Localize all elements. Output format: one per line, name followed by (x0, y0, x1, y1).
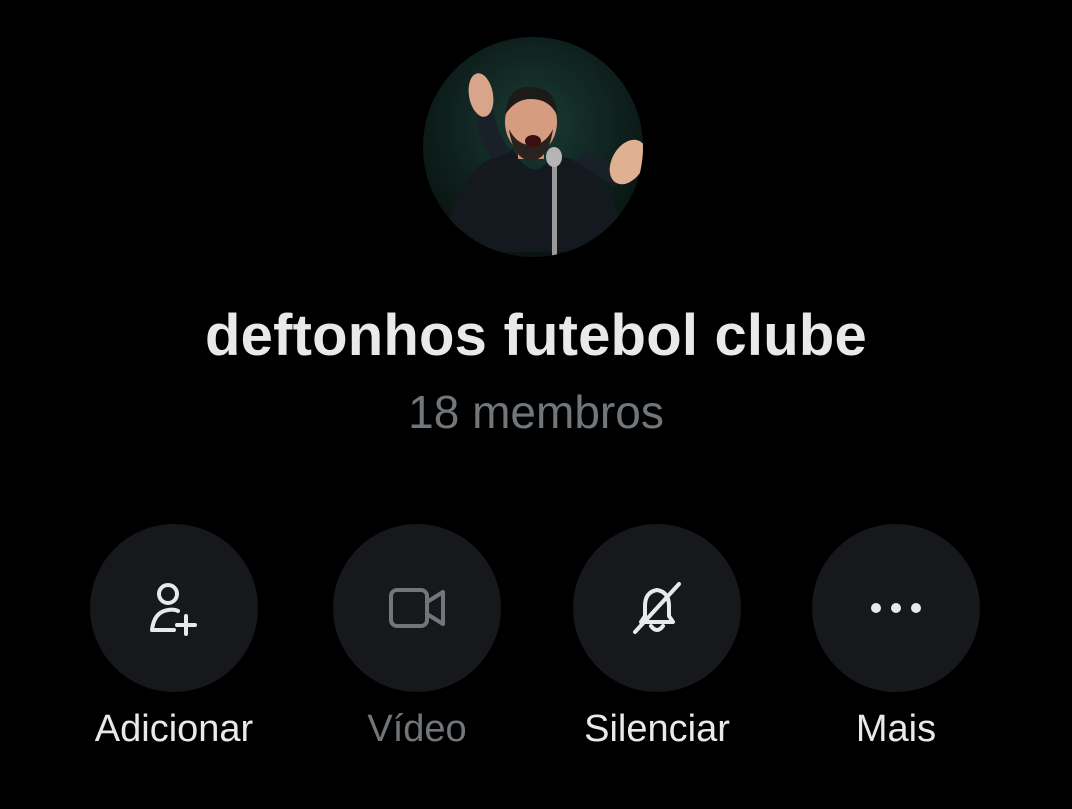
avatar-photo (443, 73, 643, 257)
add-member-button[interactable]: Adicionar (74, 524, 274, 752)
mute-label: Silenciar (584, 708, 730, 750)
mute-button[interactable]: Silenciar (557, 524, 757, 752)
mute-circle[interactable] (573, 524, 741, 692)
add-member-circle[interactable] (90, 524, 258, 692)
more-dots-icon (871, 603, 921, 613)
more-label: Mais (855, 708, 937, 750)
video-call-button[interactable]: Vídeo (317, 524, 517, 752)
video-call-circle[interactable] (333, 524, 501, 692)
more-button[interactable]: Mais (796, 524, 996, 752)
bell-muted-icon (633, 582, 681, 634)
more-circle[interactable] (812, 524, 980, 692)
member-count[interactable]: 18 membros (0, 384, 1072, 440)
add-member-label: Adicionar (94, 708, 254, 750)
add-person-icon (150, 583, 197, 636)
video-call-label: Vídeo (367, 708, 467, 750)
group-name: deftonhos futebol clube (205, 303, 867, 368)
video-icon (389, 588, 445, 628)
group-avatar[interactable] (423, 37, 643, 257)
